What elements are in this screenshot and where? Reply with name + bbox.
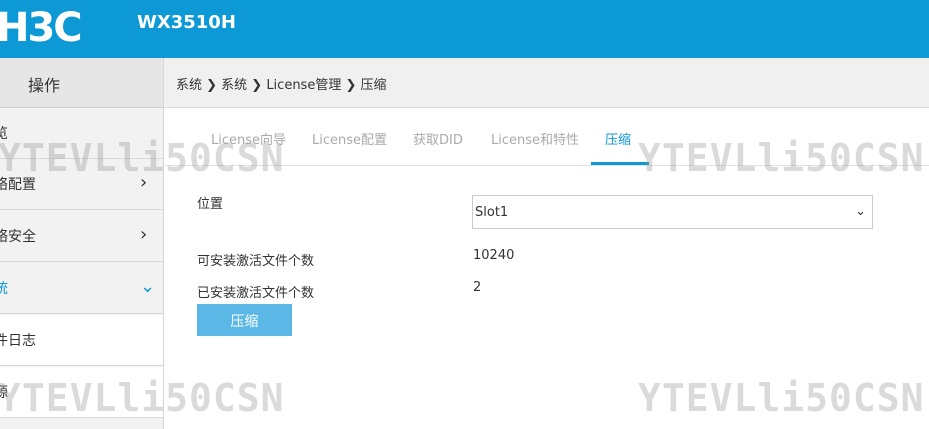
sidebar-item-label: 件日志 xyxy=(0,333,36,349)
sidebar-item-system[interactable]: 统 ⌄ xyxy=(0,263,163,314)
sidebar-item-file-log[interactable]: 件日志 xyxy=(0,315,163,366)
chevron-down-icon: ⌄ xyxy=(140,276,156,297)
tab-get-did[interactable]: 获取DID xyxy=(413,129,463,148)
compress-button[interactable]: 压缩 xyxy=(197,304,292,336)
tab-license-config[interactable]: License配置 xyxy=(312,129,387,148)
chevron-right-icon: › xyxy=(140,224,148,245)
location-label: 位置 xyxy=(197,197,224,212)
breadcrumb-text: 系统 ❯ 系统 ❯ License管理 ❯ 压缩 xyxy=(176,78,387,93)
device-model: WX3510H xyxy=(137,12,236,33)
watermark: YTEVLli50CSN xyxy=(0,376,285,420)
sidebar-header: 操作 xyxy=(0,58,163,108)
sidebar-item-network-security[interactable]: 络安全 › xyxy=(0,211,163,262)
installable-count-value: 10240 xyxy=(473,248,515,263)
compress-button-label: 压缩 xyxy=(230,313,259,329)
installed-count-value: 2 xyxy=(473,280,482,295)
installed-count-label: 已安装激活文件个数 xyxy=(197,286,315,301)
tab-license-features[interactable]: License和特性 xyxy=(491,129,579,148)
watermark: YTEVLli50CSN xyxy=(638,136,925,180)
tab-compress[interactable]: 压缩 xyxy=(605,129,631,148)
watermark: YTEVLli50CSN xyxy=(638,376,925,420)
sidebar-title: 操作 xyxy=(28,76,61,95)
location-select-value: Slot1 xyxy=(475,205,509,220)
h3c-logo: H3C xyxy=(0,5,83,51)
top-bar: H3C WX3510H xyxy=(0,0,929,58)
installable-count-label: 可安装激活文件个数 xyxy=(197,254,315,269)
sidebar: 操作 览 络配置 › 络安全 › 统 ⌄ 件日志 源 xyxy=(0,58,164,429)
sidebar-item-label: 络安全 xyxy=(0,229,36,245)
location-select[interactable]: Slot1 ⌄ xyxy=(472,195,873,229)
breadcrumb: 系统 ❯ 系统 ❯ License管理 ❯ 压缩 xyxy=(164,58,929,108)
chevron-down-icon: ⌄ xyxy=(855,204,866,219)
watermark: YTEVLli50CSN xyxy=(0,136,285,180)
sidebar-item-label: 统 xyxy=(0,281,8,297)
